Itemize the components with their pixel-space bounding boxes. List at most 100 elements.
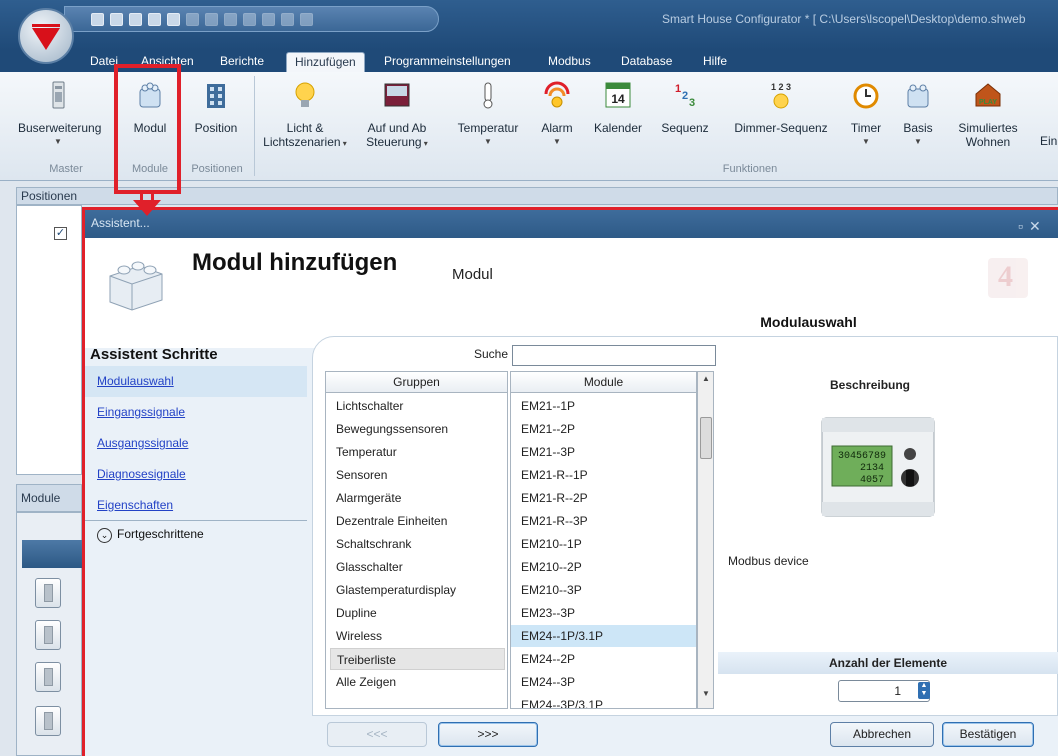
network-icon[interactable] [243, 12, 256, 26]
chevron-down-icon: ▼ [54, 137, 62, 146]
confirm-button[interactable]: Bestätigen [942, 722, 1034, 747]
module-item[interactable]: EM24--3P [511, 671, 696, 693]
step-eingangssignale[interactable]: Eingangssignale [85, 397, 307, 428]
module-item[interactable]: EM210--3P [511, 579, 696, 601]
tab-hinzufuegen[interactable]: Hinzufügen [286, 52, 365, 72]
buserweiterung-button[interactable]: Buserweiterung ▼ [18, 80, 101, 149]
chevron-down-icon: ▼ [914, 137, 922, 146]
group-item[interactable]: Alle Zeigen [330, 671, 505, 693]
module-add-icon[interactable] [281, 12, 294, 26]
sequenz-button[interactable]: 123 Sequenz [660, 80, 710, 135]
module-item[interactable]: EM24--2P [511, 648, 696, 670]
dimmer-sequenz-button[interactable]: 1 2 3 Dimmer-Sequenz [726, 80, 836, 135]
step-modulauswahl[interactable]: Modulauswahl [85, 366, 307, 397]
import-icon[interactable] [186, 12, 199, 26]
count-stepper[interactable]: 1 [838, 680, 930, 702]
temperatur-button[interactable]: Temperatur ▼ [452, 80, 524, 149]
tab-berichte[interactable]: Berichte [212, 52, 272, 72]
module-item[interactable]: EM21-R--3P [511, 510, 696, 532]
basis-button[interactable]: Basis ▼ [898, 80, 938, 149]
group-item[interactable]: Temperatur [330, 441, 505, 463]
modules-column-header[interactable]: Module [510, 371, 697, 393]
group-label-master: Master [49, 163, 83, 175]
position-button[interactable]: Position [188, 80, 244, 135]
module-thumbnail-icon[interactable] [35, 706, 61, 736]
spinner-arrows-icon[interactable]: ▲ ▼ [918, 682, 930, 699]
search-input[interactable] [512, 345, 716, 366]
step-ausgangssignale[interactable]: Ausgangssignale [85, 428, 307, 459]
tab-modbus[interactable]: Modbus [540, 52, 599, 72]
edit-icon[interactable] [148, 12, 161, 26]
tab-programmeinstellungen[interactable]: Programmeinstellungen [376, 52, 519, 72]
svg-text:3: 3 [689, 97, 695, 109]
scrollbar-thumb[interactable] [700, 417, 712, 459]
module-item[interactable]: EM21-R--2P [511, 487, 696, 509]
group-item[interactable]: Dupline [330, 602, 505, 624]
group-item[interactable]: Alarmgeräte [330, 487, 505, 509]
module-thumbnail-icon[interactable] [35, 578, 61, 608]
module-brick-icon [109, 261, 163, 311]
application-menu-button[interactable] [18, 8, 74, 64]
module-item[interactable]: EM23--3P [511, 602, 696, 624]
group-item-selected[interactable]: Treiberliste [330, 648, 505, 670]
group-item[interactable]: Lichtschalter [330, 395, 505, 417]
module-item[interactable]: EM210--2P [511, 556, 696, 578]
next-button[interactable]: >>> [438, 722, 538, 747]
ein-button[interactable]: Ein [1040, 134, 1058, 148]
wizard-subtitle: Modul [452, 266, 493, 283]
alarm-button[interactable]: Alarm ▼ [536, 80, 578, 149]
tab-database[interactable]: Database [613, 52, 680, 72]
module-item[interactable]: EM21--3P [511, 441, 696, 463]
open-file-icon[interactable] [110, 12, 123, 26]
step-diagnosesignale[interactable]: Diagnosesignale [85, 459, 307, 490]
module-thumbnail-icon[interactable] [35, 662, 61, 692]
svg-text:1 2 3: 1 2 3 [771, 82, 791, 92]
group-item[interactable]: Sensoren [330, 464, 505, 486]
groups-column-header[interactable]: Gruppen [325, 371, 508, 393]
dialog-window-controls[interactable]: ▫✕ [1018, 218, 1047, 235]
description-title: Beschreibung [830, 378, 911, 392]
new-file-icon[interactable] [91, 12, 104, 26]
group-item[interactable]: Bewegungssensoren [330, 418, 505, 440]
cancel-button[interactable]: Abbrechen [830, 722, 934, 747]
logo-bar-icon [32, 24, 60, 27]
module-thumbnail-icon[interactable] [35, 620, 61, 650]
tab-hilfe[interactable]: Hilfe [695, 52, 735, 72]
auf-und-ab-steuerung-button[interactable]: Auf und Ab Steuerung ▾ [356, 80, 438, 151]
group-item[interactable]: Wireless [330, 625, 505, 647]
tree-icon[interactable] [224, 12, 237, 26]
svg-text:2: 2 [682, 90, 688, 102]
thermometer-icon [483, 82, 493, 109]
hierarchy-icon[interactable] [262, 12, 275, 26]
module-item[interactable]: EM21--1P [511, 395, 696, 417]
module-item[interactable]: EM21-R--1P [511, 464, 696, 486]
group-item[interactable]: Glasschalter [330, 556, 505, 578]
positions-tree [16, 205, 82, 475]
svg-text:4057: 4057 [860, 475, 884, 486]
dropdown-icon[interactable] [300, 12, 313, 26]
module-panel-header: Module [16, 484, 82, 512]
licht-lichtszenarien-button[interactable]: Licht & Lichtszenarien ▾ [262, 80, 348, 151]
timer-button[interactable]: Timer ▼ [846, 80, 886, 149]
scroll-up-icon[interactable]: ▲ [702, 374, 710, 383]
step-eigenschaften[interactable]: Eigenschaften [85, 490, 307, 521]
modules-list: EM21--1P EM21--2P EM21--3P EM21-R--1P EM… [510, 393, 697, 709]
save-icon[interactable] [129, 12, 142, 26]
back-button[interactable]: <<< [327, 722, 427, 747]
chevron-down-icon: ▾ [421, 139, 428, 148]
group-item[interactable]: Glastemperaturdisplay [330, 579, 505, 601]
module-item-selected[interactable]: EM24--1P/3.1P [511, 625, 696, 647]
scroll-down-icon[interactable]: ▼ [702, 689, 710, 698]
export-icon[interactable] [205, 12, 218, 26]
kalender-button[interactable]: 14 Kalender [590, 80, 646, 135]
wizard-steps: Modulauswahl Eingangssignale Ausgangssig… [85, 366, 307, 546]
group-item[interactable]: Schaltschrank [330, 533, 505, 555]
settings-icon[interactable] [167, 12, 180, 26]
group-item[interactable]: Dezentrale Einheiten [330, 510, 505, 532]
module-item[interactable]: EM21--2P [511, 418, 696, 440]
simuliertes-wohnen-button[interactable]: PLAY Simuliertes Wohnen [950, 80, 1026, 149]
module-item[interactable]: EM24--3P/3.1P [511, 694, 696, 708]
advanced-expander[interactable]: ⌄ Fortgeschrittene [85, 520, 307, 546]
position-checkbox[interactable]: ✓ [54, 227, 67, 240]
module-item[interactable]: EM210--1P [511, 533, 696, 555]
